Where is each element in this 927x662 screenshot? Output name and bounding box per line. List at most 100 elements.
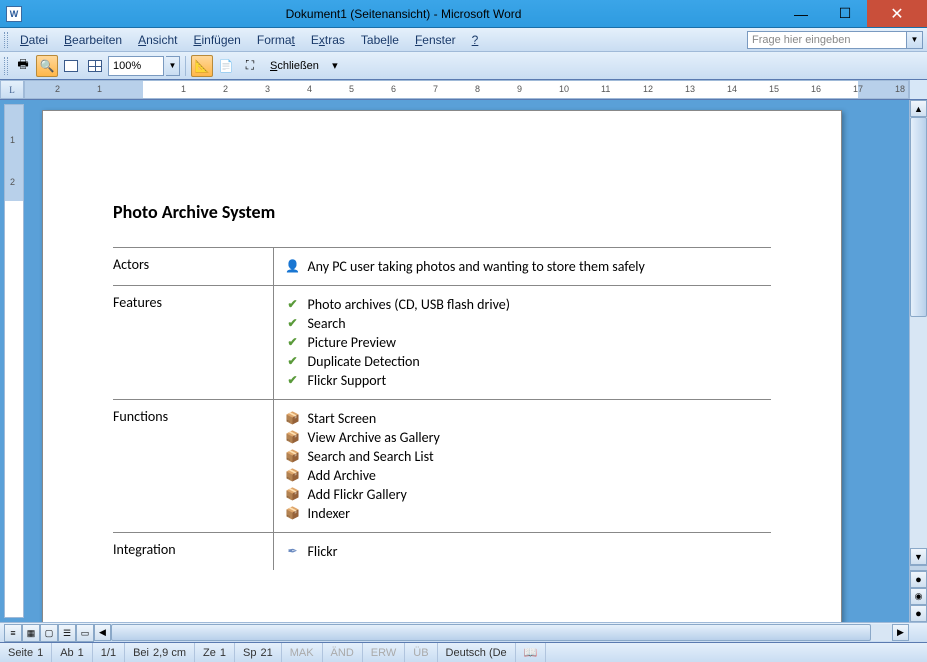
list-item: ✔Duplicate Detection — [286, 353, 760, 370]
list-item: 📦Add Flickr Gallery — [286, 486, 760, 503]
view-print-button[interactable]: ▢ — [40, 624, 58, 642]
item-text: Indexer — [308, 505, 351, 522]
status-mak[interactable]: MAK — [282, 643, 323, 662]
scroll-up-button[interactable]: ▲ — [910, 100, 927, 117]
status-line: Ze 1 — [195, 643, 235, 662]
row-label: Actors — [113, 248, 273, 286]
status-col: Sp 21 — [235, 643, 282, 662]
maximize-button[interactable]: ☐ — [823, 0, 867, 27]
spec-table: Actors 👤Any PC user taking photos and wan… — [113, 247, 771, 570]
print-button[interactable]: 🖶 — [12, 55, 34, 77]
document-scroll[interactable]: Photo Archive System Actors👤Any PC user … — [24, 100, 909, 622]
zoom-dropdown[interactable]: ▼ — [166, 56, 180, 76]
table-row: Integration ✒Flickr — [113, 533, 771, 571]
table-row: Functions📦Start Screen📦View Archive as G… — [113, 400, 771, 533]
magnifier-button[interactable]: 🔍 — [36, 55, 58, 77]
vertical-ruler[interactable]: 12 — [4, 104, 24, 618]
scroll-left-button[interactable]: ◀ — [94, 624, 111, 641]
zoom-combo[interactable]: 100% — [108, 56, 164, 76]
fullscreen-button[interactable]: ⛶ — [239, 55, 261, 77]
multi-page-button[interactable] — [84, 55, 106, 77]
status-section: Ab 1 — [52, 643, 93, 662]
menubar-handle[interactable] — [4, 32, 8, 48]
shrink-button[interactable]: 📄 — [215, 55, 237, 77]
scroll-down-button[interactable]: ▼ — [910, 548, 927, 565]
ruler-corner[interactable]: L — [0, 80, 24, 99]
close-preview-button[interactable]: Schließen — [263, 55, 326, 77]
view-outline-button[interactable]: ☰ — [58, 624, 76, 642]
row-content: ✔ Photo archives (CD, USB flash drive)✔ Se… — [273, 286, 771, 400]
item-text: View Archive as Gallery — [308, 429, 440, 446]
item-text: Start Screen — [308, 410, 377, 427]
item-text: Any PC user taking photos and wanting to… — [308, 258, 645, 275]
menu-fenster[interactable]: Fenster — [407, 30, 464, 50]
toolbar-overflow[interactable]: ▾ — [328, 55, 342, 77]
status-spell[interactable]: 📖 — [516, 643, 547, 662]
menu-datei[interactable]: Datei — [12, 30, 56, 50]
vscroll-thumb[interactable] — [910, 117, 927, 317]
one-page-icon — [64, 60, 78, 72]
view-normal-button[interactable]: ≡ — [4, 624, 22, 642]
status-page: Seite 1 — [0, 643, 52, 662]
minimize-button[interactable]: — — [779, 0, 823, 27]
bottom-bar: ≡ ▦ ▢ ☰ ▭ ◀ ▶ — [0, 622, 927, 642]
menu-tabelle[interactable]: Tabelle — [353, 30, 407, 50]
status-erw[interactable]: ERW — [363, 643, 405, 662]
row-content: 📦 Start Screen 📦 View Archive as Gallery 📦Se… — [273, 400, 771, 533]
list-item: 👤Any PC user taking photos and wanting t… — [286, 258, 760, 275]
item-text: Picture Preview — [308, 334, 397, 351]
menu-ansicht[interactable]: Ansicht — [130, 30, 185, 50]
view-reading-button[interactable]: ▭ — [76, 624, 94, 642]
item-text: Add Archive — [308, 467, 376, 484]
list-item: 📦 Add Archive — [286, 467, 760, 484]
browse-object-button[interactable]: ◉ — [910, 588, 927, 605]
ask-question-box[interactable]: Frage hier eingeben — [747, 31, 907, 49]
box-icon: 📦 — [286, 450, 300, 464]
hscroll-thumb[interactable] — [111, 624, 871, 641]
list-item: ✔ Photo archives (CD, USB flash drive) — [286, 296, 760, 313]
one-page-button[interactable] — [60, 55, 82, 77]
hscroll-track[interactable] — [111, 624, 892, 641]
menu-einfuegen[interactable]: Einfügen — [185, 30, 248, 50]
status-ub[interactable]: ÜB — [405, 643, 437, 662]
view-web-button[interactable]: ▦ — [22, 624, 40, 642]
table-row: Actors 👤Any PC user taking photos and wan… — [113, 248, 771, 286]
status-and[interactable]: ÄND — [323, 643, 363, 662]
box-icon: 📦 — [286, 507, 300, 521]
ruler-button[interactable]: 📐 — [191, 55, 213, 77]
check-icon: ✔ — [286, 298, 300, 312]
table-row: Features✔Photo archives (CD, USB flash d… — [113, 286, 771, 400]
status-at: Bei 2,9 cm — [125, 643, 195, 662]
list-item: ✒Flickr — [286, 543, 760, 560]
menu-format[interactable]: Format — [249, 30, 303, 50]
list-item: 📦Search and Search List — [286, 448, 760, 465]
menu-extras[interactable]: Extras — [303, 30, 353, 50]
ask-question-dropdown[interactable]: ▼ — [907, 31, 923, 49]
titlebar: W Dokument1 (Seitenansicht) - Microsoft … — [0, 0, 927, 28]
print-preview-toolbar: 🖶 🔍 100% ▼ 📐 📄 ⛶ Schließen ▾ — [0, 52, 927, 80]
ruler-icon: 📐 — [195, 59, 210, 73]
document-area: 12 Photo Archive System Actors👤Any PC us… — [0, 100, 927, 622]
menu-help[interactable]: ? — [464, 30, 487, 50]
status-lang[interactable]: Deutsch (De — [438, 643, 516, 662]
item-text: Duplicate Detection — [308, 353, 420, 370]
item-text: Photo archives (CD, USB flash drive) — [308, 296, 511, 313]
row-label: Integration — [113, 533, 273, 571]
item-text: Flickr Support — [308, 372, 387, 389]
horizontal-ruler[interactable]: 21123456789101112131415161718 — [24, 80, 909, 99]
next-page-button[interactable]: ● — [910, 605, 927, 622]
item-text: Search — [308, 315, 346, 332]
multi-page-icon — [88, 60, 102, 72]
prev-page-button[interactable]: ● — [910, 571, 927, 588]
box-icon: 📦 — [286, 469, 300, 483]
vscroll-track[interactable] — [910, 117, 927, 548]
menu-bearbeiten[interactable]: Bearbeiten — [56, 30, 130, 50]
toolbar-handle[interactable] — [4, 57, 8, 75]
magnifier-icon: 🔍 — [40, 59, 55, 73]
scroll-right-button[interactable]: ▶ — [892, 624, 909, 641]
printer-icon: 🖶 — [17, 55, 28, 76]
horizontal-scrollbar[interactable]: ◀ ▶ — [94, 623, 909, 642]
vertical-scrollbar[interactable]: ▲ ▼ ● ◉ ● — [909, 100, 927, 622]
row-content: ✒Flickr — [273, 533, 771, 571]
close-window-button[interactable]: ✕ — [867, 0, 927, 27]
